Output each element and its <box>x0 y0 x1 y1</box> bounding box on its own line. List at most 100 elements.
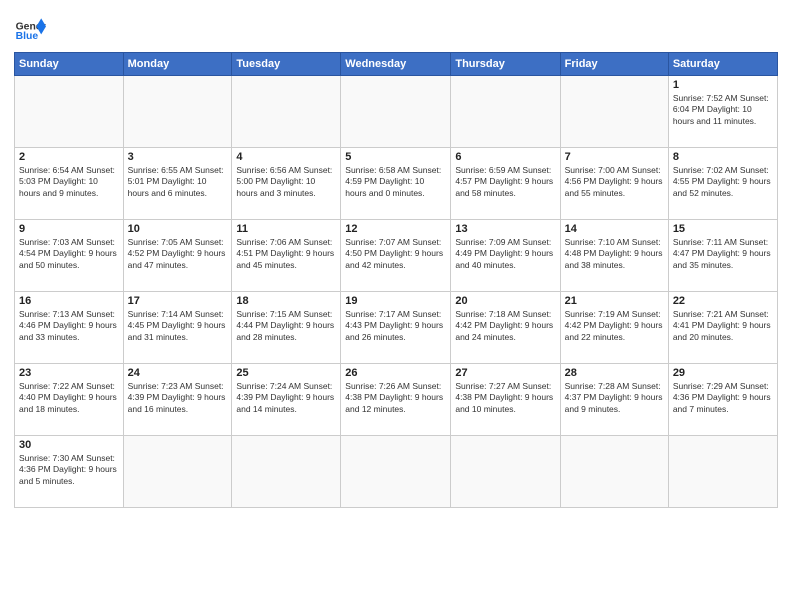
calendar-cell: 9 Sunrise: 7:03 AM Sunset: 4:54 PM Daylig… <box>15 220 124 292</box>
calendar-table: Sunday Monday Tuesday Wednesday Thursday… <box>14 52 778 508</box>
calendar-cell <box>123 436 232 508</box>
day-number: 20 <box>455 295 555 307</box>
day-info: Sunrise: 7:06 AM Sunset: 4:51 PM Dayligh… <box>236 237 336 271</box>
calendar-cell <box>341 76 451 148</box>
day-info: Sunrise: 7:19 AM Sunset: 4:42 PM Dayligh… <box>565 309 664 343</box>
day-number: 3 <box>128 151 228 163</box>
col-thursday: Thursday <box>451 53 560 76</box>
day-number: 19 <box>345 295 446 307</box>
day-number: 7 <box>565 151 664 163</box>
day-info: Sunrise: 7:29 AM Sunset: 4:36 PM Dayligh… <box>673 381 773 415</box>
day-number: 12 <box>345 223 446 235</box>
calendar-cell: 1 Sunrise: 7:52 AM Sunset: 6:04 PM Daylig… <box>668 76 777 148</box>
calendar-cell <box>451 76 560 148</box>
day-info: Sunrise: 7:18 AM Sunset: 4:42 PM Dayligh… <box>455 309 555 343</box>
day-info: Sunrise: 7:10 AM Sunset: 4:48 PM Dayligh… <box>565 237 664 271</box>
calendar-cell: 3 Sunrise: 6:55 AM Sunset: 5:01 PM Daylig… <box>123 148 232 220</box>
day-number: 13 <box>455 223 555 235</box>
day-number: 16 <box>19 295 119 307</box>
calendar-cell: 21 Sunrise: 7:19 AM Sunset: 4:42 PM Dayli… <box>560 292 668 364</box>
day-number: 1 <box>673 79 773 91</box>
day-info: Sunrise: 7:27 AM Sunset: 4:38 PM Dayligh… <box>455 381 555 415</box>
day-number: 14 <box>565 223 664 235</box>
day-number: 24 <box>128 367 228 379</box>
day-info: Sunrise: 7:02 AM Sunset: 4:55 PM Dayligh… <box>673 165 773 199</box>
calendar-cell: 8 Sunrise: 7:02 AM Sunset: 4:55 PM Daylig… <box>668 148 777 220</box>
day-info: Sunrise: 6:56 AM Sunset: 5:00 PM Dayligh… <box>236 165 336 199</box>
calendar-cell: 29 Sunrise: 7:29 AM Sunset: 4:36 PM Dayli… <box>668 364 777 436</box>
col-sunday: Sunday <box>15 53 124 76</box>
calendar-cell <box>341 436 451 508</box>
day-info: Sunrise: 7:24 AM Sunset: 4:39 PM Dayligh… <box>236 381 336 415</box>
calendar-cell: 24Sunrise: 7:23 AM Sunset: 4:39 PM Dayli… <box>123 364 232 436</box>
calendar-cell: 10 Sunrise: 7:05 AM Sunset: 4:52 PM Dayli… <box>123 220 232 292</box>
day-info: Sunrise: 7:22 AM Sunset: 4:40 PM Dayligh… <box>19 381 119 415</box>
calendar-cell: 2Sunrise: 6:54 AM Sunset: 5:03 PM Daylig… <box>15 148 124 220</box>
day-info: Sunrise: 7:30 AM Sunset: 4:36 PM Dayligh… <box>19 453 119 487</box>
calendar-cell <box>560 76 668 148</box>
calendar-cell <box>232 76 341 148</box>
day-number: 8 <box>673 151 773 163</box>
calendar-cell: 5Sunrise: 6:58 AM Sunset: 4:59 PM Daylig… <box>341 148 451 220</box>
calendar-cell: 20 Sunrise: 7:18 AM Sunset: 4:42 PM Dayli… <box>451 292 560 364</box>
calendar-cell: 28 Sunrise: 7:28 AM Sunset: 4:37 PM Dayli… <box>560 364 668 436</box>
day-number: 28 <box>565 367 664 379</box>
day-number: 11 <box>236 223 336 235</box>
calendar-cell: 15 Sunrise: 7:11 AM Sunset: 4:47 PM Dayli… <box>668 220 777 292</box>
week-row-6: 30Sunrise: 7:30 AM Sunset: 4:36 PM Dayli… <box>15 436 778 508</box>
day-number: 6 <box>455 151 555 163</box>
day-number: 4 <box>236 151 336 163</box>
day-info: Sunrise: 7:09 AM Sunset: 4:49 PM Dayligh… <box>455 237 555 271</box>
day-info: Sunrise: 7:52 AM Sunset: 6:04 PM Dayligh… <box>673 93 773 127</box>
calendar-cell: 14 Sunrise: 7:10 AM Sunset: 4:48 PM Dayli… <box>560 220 668 292</box>
logo-icon: General Blue <box>14 12 46 44</box>
calendar-cell <box>560 436 668 508</box>
calendar-cell: 27 Sunrise: 7:27 AM Sunset: 4:38 PM Dayli… <box>451 364 560 436</box>
day-number: 25 <box>236 367 336 379</box>
day-number: 21 <box>565 295 664 307</box>
day-info: Sunrise: 7:13 AM Sunset: 4:46 PM Dayligh… <box>19 309 119 343</box>
col-monday: Monday <box>123 53 232 76</box>
day-number: 10 <box>128 223 228 235</box>
day-number: 9 <box>19 223 119 235</box>
day-info: Sunrise: 7:00 AM Sunset: 4:56 PM Dayligh… <box>565 165 664 199</box>
day-info: Sunrise: 7:11 AM Sunset: 4:47 PM Dayligh… <box>673 237 773 271</box>
calendar-cell: 22Sunrise: 7:21 AM Sunset: 4:41 PM Dayli… <box>668 292 777 364</box>
day-number: 17 <box>128 295 228 307</box>
calendar-cell: 18Sunrise: 7:15 AM Sunset: 4:44 PM Dayli… <box>232 292 341 364</box>
calendar-cell <box>668 436 777 508</box>
col-friday: Friday <box>560 53 668 76</box>
day-info: Sunrise: 7:07 AM Sunset: 4:50 PM Dayligh… <box>345 237 446 271</box>
calendar-cell <box>15 76 124 148</box>
logo: General Blue <box>14 12 50 44</box>
calendar-header-row: Sunday Monday Tuesday Wednesday Thursday… <box>15 53 778 76</box>
week-row-1: 1 Sunrise: 7:52 AM Sunset: 6:04 PM Daylig… <box>15 76 778 148</box>
calendar-cell: 25 Sunrise: 7:24 AM Sunset: 4:39 PM Dayli… <box>232 364 341 436</box>
day-info: Sunrise: 6:59 AM Sunset: 4:57 PM Dayligh… <box>455 165 555 199</box>
day-info: Sunrise: 7:03 AM Sunset: 4:54 PM Dayligh… <box>19 237 119 271</box>
week-row-2: 2Sunrise: 6:54 AM Sunset: 5:03 PM Daylig… <box>15 148 778 220</box>
col-saturday: Saturday <box>668 53 777 76</box>
day-number: 26 <box>345 367 446 379</box>
day-info: Sunrise: 7:26 AM Sunset: 4:38 PM Dayligh… <box>345 381 446 415</box>
day-info: Sunrise: 7:05 AM Sunset: 4:52 PM Dayligh… <box>128 237 228 271</box>
day-number: 22 <box>673 295 773 307</box>
day-number: 29 <box>673 367 773 379</box>
svg-text:Blue: Blue <box>16 31 39 42</box>
col-wednesday: Wednesday <box>341 53 451 76</box>
day-info: Sunrise: 6:55 AM Sunset: 5:01 PM Dayligh… <box>128 165 228 199</box>
calendar-cell: 12 Sunrise: 7:07 AM Sunset: 4:50 PM Dayli… <box>341 220 451 292</box>
day-info: Sunrise: 7:28 AM Sunset: 4:37 PM Dayligh… <box>565 381 664 415</box>
calendar-cell: 13 Sunrise: 7:09 AM Sunset: 4:49 PM Dayli… <box>451 220 560 292</box>
day-info: Sunrise: 6:54 AM Sunset: 5:03 PM Dayligh… <box>19 165 119 199</box>
day-info: Sunrise: 7:17 AM Sunset: 4:43 PM Dayligh… <box>345 309 446 343</box>
calendar-cell <box>451 436 560 508</box>
calendar-cell: 11 Sunrise: 7:06 AM Sunset: 4:51 PM Dayli… <box>232 220 341 292</box>
col-tuesday: Tuesday <box>232 53 341 76</box>
calendar-cell: 26 Sunrise: 7:26 AM Sunset: 4:38 PM Dayli… <box>341 364 451 436</box>
calendar-cell <box>123 76 232 148</box>
calendar-cell <box>232 436 341 508</box>
day-info: Sunrise: 6:58 AM Sunset: 4:59 PM Dayligh… <box>345 165 446 199</box>
day-number: 15 <box>673 223 773 235</box>
day-number: 27 <box>455 367 555 379</box>
